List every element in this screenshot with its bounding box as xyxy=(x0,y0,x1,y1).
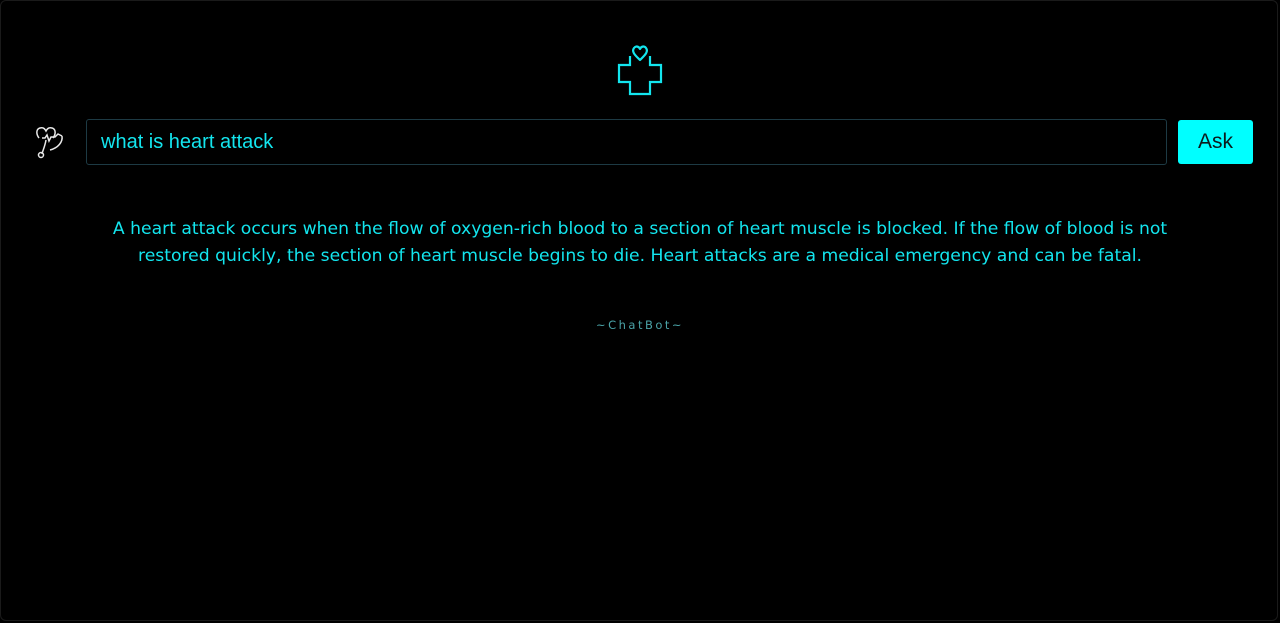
question-input[interactable] xyxy=(86,119,1167,165)
chatbot-response: A heart attack occurs when the flow of o… xyxy=(112,219,1168,266)
footer-brand: ~ChatBot~ xyxy=(595,318,685,332)
medical-cross-heart-icon xyxy=(612,42,668,98)
stethoscope-icon xyxy=(32,122,70,160)
ask-button[interactable]: Ask xyxy=(1178,120,1253,164)
